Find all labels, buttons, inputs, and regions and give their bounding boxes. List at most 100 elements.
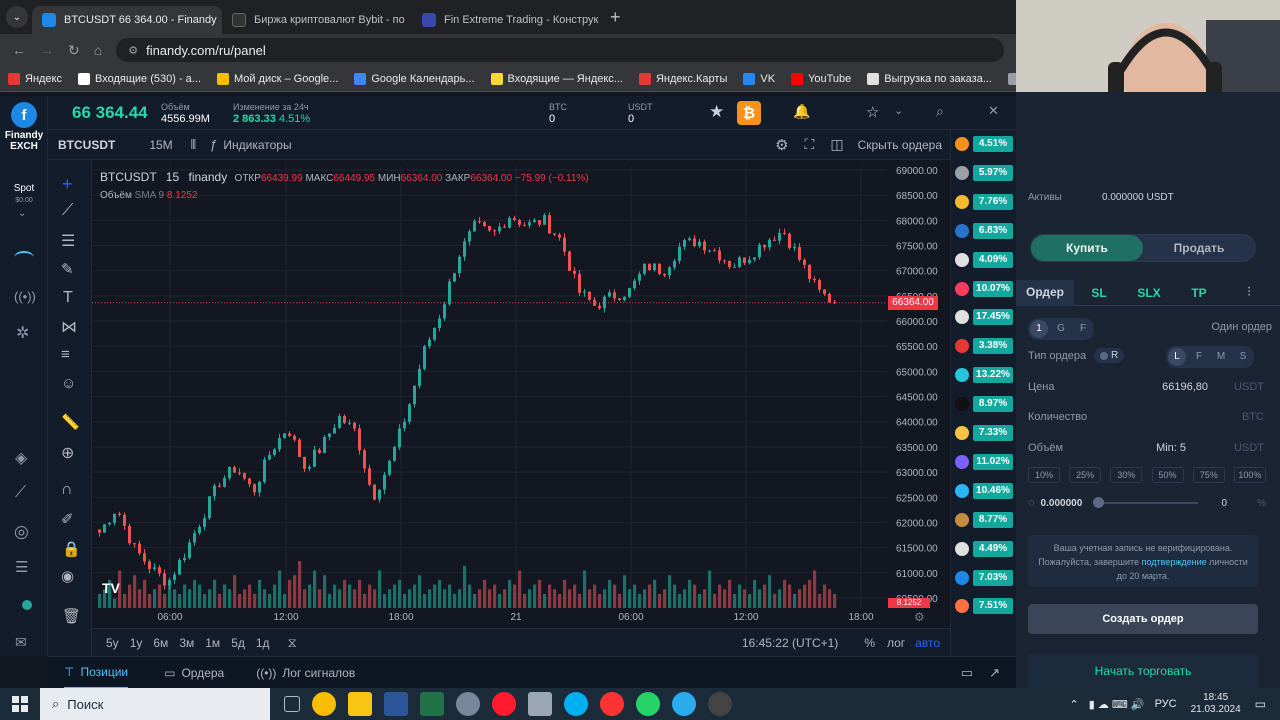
yandex-browser-icon[interactable] xyxy=(600,692,624,716)
bookmark-item[interactable]: Выгрузка по заказа... xyxy=(867,72,992,85)
chart-settings-icon[interactable]: ⚙ xyxy=(914,610,925,624)
tray-chevron-icon[interactable]: ⌃ xyxy=(1070,698,1079,711)
watchlist-item[interactable]: 10.07% xyxy=(955,278,1013,300)
camera-icon[interactable]: ◫ xyxy=(830,136,843,153)
arc-icon[interactable] xyxy=(14,251,34,265)
back-icon[interactable]: ← xyxy=(12,42,26,58)
chrome-icon[interactable] xyxy=(312,692,336,716)
watchlist-item[interactable]: 4.09% xyxy=(955,249,1013,271)
network-icon[interactable]: ✲ xyxy=(16,323,29,343)
bookmark-item[interactable]: VK xyxy=(743,72,775,85)
pattern-icon[interactable]: ⋈ xyxy=(61,317,77,337)
brush-icon[interactable]: ✎ xyxy=(61,260,74,278)
range-button[interactable]: 1у xyxy=(130,636,143,650)
order-type-r-toggle[interactable]: R xyxy=(1094,348,1125,363)
tab-positions[interactable]: ⊤ Позиции xyxy=(64,657,129,689)
date-range-icon[interactable]: ⧖ xyxy=(288,635,297,651)
watchlist-item[interactable]: 11.02% xyxy=(955,451,1013,473)
tab-order[interactable]: Ордер xyxy=(1016,279,1074,306)
verify-link[interactable]: подтверждение xyxy=(1142,557,1207,567)
reload-icon[interactable]: ↻ xyxy=(68,42,80,59)
magnet-icon[interactable]: ∩ xyxy=(61,481,73,499)
search-icon[interactable]: ⌕ xyxy=(936,103,944,120)
watchlist-item[interactable]: 5.97% xyxy=(955,162,1013,184)
chart-clock[interactable]: 16:45:22 (UTC+1) xyxy=(742,636,838,650)
percent-button[interactable]: 25% xyxy=(1069,467,1102,483)
range-button[interactable]: 5у xyxy=(106,636,119,650)
star-outline-icon[interactable]: ☆ xyxy=(866,103,879,121)
watchlist-item[interactable]: 6.83% xyxy=(955,220,1013,242)
tab-search-icon[interactable]: ⌄ xyxy=(6,6,28,28)
range-button[interactable]: 3м xyxy=(179,636,194,650)
bookmark-item[interactable]: Мой диск – Google... xyxy=(216,72,338,85)
bookmark-item[interactable]: Яндекс xyxy=(8,72,62,85)
indicators-icon[interactable]: ƒ xyxy=(210,137,217,152)
watchlist-item[interactable]: 17.45% xyxy=(955,306,1013,328)
range-button[interactable]: 6м xyxy=(153,636,168,650)
globe-icon[interactable]: ◎ xyxy=(14,522,29,542)
buy-button[interactable]: Купить xyxy=(1031,235,1143,261)
mode-1[interactable]: 1 xyxy=(1030,320,1048,338)
horizontal-lines-icon[interactable]: ☰ xyxy=(61,231,75,251)
pencil-lock-icon[interactable]: ✐ xyxy=(61,510,74,528)
tab-tp[interactable]: TP xyxy=(1174,286,1224,300)
watchlist-item[interactable]: 8.77% xyxy=(955,509,1013,531)
obs-icon[interactable] xyxy=(708,692,732,716)
expand-panel-icon[interactable]: ↗ xyxy=(989,665,1000,681)
candle-type-icon[interactable]: ⫴ xyxy=(191,137,196,153)
lock-icon[interactable]: 🔒 xyxy=(62,540,81,558)
emoji-icon[interactable]: ☺ xyxy=(61,375,76,392)
site-info-icon[interactable]: ⚙ xyxy=(128,44,138,57)
tab-orders[interactable]: ▭ Ордера xyxy=(164,666,224,680)
range-button[interactable]: 1м xyxy=(205,636,220,650)
excel-icon[interactable] xyxy=(420,692,444,716)
watchlist-item[interactable]: 10.46% xyxy=(955,480,1013,502)
forward-icon[interactable]: → xyxy=(40,42,54,58)
browser-tab-finandy[interactable]: BTCUSDT 66 364.00 - Finandy ✕ xyxy=(32,6,222,34)
chart-line-icon[interactable]: ⟋ xyxy=(15,484,26,502)
notifications-icon[interactable]: ▭ xyxy=(1255,697,1266,711)
chevron-down-icon[interactable]: ⌄ xyxy=(18,208,26,219)
skype-icon[interactable] xyxy=(564,692,588,716)
opera-icon[interactable] xyxy=(492,692,516,716)
percent-button[interactable]: 100% xyxy=(1233,467,1266,483)
log-toggle[interactable]: лог xyxy=(887,636,905,650)
quantity-field[interactable]: Количество BTC xyxy=(1028,411,1264,423)
url-input[interactable]: ⚙ finandy.com/ru/panel xyxy=(116,38,1004,62)
percent-button[interactable]: 75% xyxy=(1192,467,1225,483)
favorite-star-icon[interactable]: ★ xyxy=(709,102,724,122)
indicators-button[interactable]: Индикаторы xyxy=(223,138,291,152)
candlestick-chart[interactable]: 69000.00 68500.00 68000.00 67500.00 67000.00… xyxy=(92,160,950,628)
minimize-panel-icon[interactable]: ▭ xyxy=(961,665,973,681)
bookmark-item[interactable]: Недвижимость xyxy=(1008,72,1016,85)
symbol-selector[interactable]: BTCUSDT xyxy=(58,138,115,152)
browser-tab-fin-extreme[interactable]: Fin Extreme Trading - Конструк ✕ xyxy=(412,6,602,34)
market-label[interactable]: Spot xyxy=(0,183,48,194)
tab-slx[interactable]: SLX xyxy=(1124,286,1174,300)
watchlist-item[interactable]: 4.51% xyxy=(955,133,1013,155)
price-chart[interactable]: 69000.00 68500.00 68000.00 67500.00 67000.00… xyxy=(92,160,950,628)
tradingview-logo-icon[interactable]: TV xyxy=(102,580,120,596)
whatsapp-icon[interactable] xyxy=(636,692,660,716)
clock[interactable]: 18:45 21.03.2024 xyxy=(1191,692,1241,716)
telegram-icon[interactable] xyxy=(672,692,696,716)
zoom-icon[interactable]: ⊕ xyxy=(61,443,74,463)
bookmark-item[interactable]: Яндекс.Карты xyxy=(638,72,727,85)
watchlist-item[interactable]: 7.51% xyxy=(955,595,1013,617)
watchlist-item[interactable]: 4.49% xyxy=(955,538,1013,560)
interval-selector[interactable]: 15M xyxy=(149,138,172,152)
settings-sliders-icon[interactable]: ☰ xyxy=(15,558,28,576)
trash-icon[interactable]: 🗑 xyxy=(62,607,81,625)
crosshair-icon[interactable]: + xyxy=(62,174,73,195)
home-icon[interactable]: ⌂ xyxy=(94,42,102,58)
trend-line-icon[interactable]: ⟋ xyxy=(62,202,73,220)
percent-button[interactable]: 10% xyxy=(1028,467,1060,483)
fullscreen-icon[interactable]: ⛶ xyxy=(805,136,815,153)
slider-handle[interactable] xyxy=(1093,497,1105,508)
order-type-l[interactable]: L xyxy=(1168,348,1186,366)
order-type-m[interactable]: M xyxy=(1212,348,1230,366)
percent-button[interactable]: 30% xyxy=(1110,467,1143,483)
slider-track[interactable] xyxy=(1093,497,1199,508)
order-type-s[interactable]: S xyxy=(1234,348,1252,366)
taskbar-search[interactable]: ⌕ Поиск xyxy=(40,688,270,720)
